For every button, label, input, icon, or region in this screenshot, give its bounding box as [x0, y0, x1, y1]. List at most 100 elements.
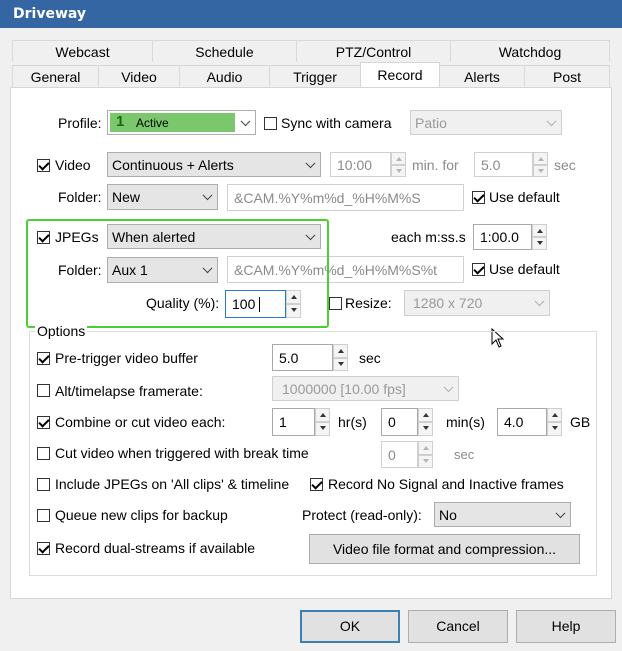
spin-down-icon[interactable] — [547, 422, 562, 436]
video-time-input[interactable]: 10:00 — [330, 152, 391, 177]
ok-button[interactable]: OK — [300, 610, 400, 643]
chevron-down-icon — [305, 157, 316, 168]
no-signal-checkbox[interactable] — [310, 478, 323, 491]
tab-label: Webcast — [55, 44, 110, 60]
spin-up-icon[interactable] — [391, 152, 406, 165]
tab-alerts[interactable]: Alerts — [439, 65, 525, 87]
protect-select[interactable]: No — [434, 502, 571, 527]
combine-mins-input[interactable]: 0 — [381, 408, 418, 436]
tab-ptz-control[interactable]: PTZ/Control — [296, 40, 451, 62]
spin-up-icon[interactable] — [533, 152, 548, 165]
jpegs-use-default-checkbox[interactable] — [472, 263, 485, 276]
profile-select[interactable]: 1 Active — [107, 110, 256, 135]
tab-watchdog[interactable]: Watchdog — [450, 40, 610, 62]
spin-down-icon[interactable] — [333, 357, 348, 371]
video-seconds-input[interactable]: 5.0 — [474, 152, 533, 177]
tab-post[interactable]: Post — [524, 65, 610, 87]
tab-webcast[interactable]: Webcast — [12, 40, 153, 62]
tab-label: Video — [121, 69, 157, 85]
combine-hours-input[interactable]: 1 — [272, 408, 315, 436]
video-sec-label: sec — [554, 157, 576, 173]
jpegs-interval-input[interactable]: 1:00.0 — [473, 224, 532, 250]
tab-label: Schedule — [195, 44, 254, 60]
combine-mins-spinner[interactable] — [418, 408, 434, 436]
queue-backup-checkbox[interactable] — [37, 509, 50, 522]
spin-down-icon[interactable] — [391, 164, 406, 177]
sync-camera-checkbox[interactable] — [264, 117, 277, 130]
video-time-value: 10:00 — [337, 156, 373, 173]
chevron-down-icon — [240, 115, 251, 126]
video-folder-select[interactable]: New — [107, 184, 218, 210]
chevron-down-icon — [546, 115, 557, 126]
chevron-down-icon — [202, 190, 213, 201]
tab-video[interactable]: Video — [98, 65, 180, 87]
tab-trigger[interactable]: Trigger — [269, 65, 361, 87]
video-time-spinner[interactable] — [391, 152, 407, 177]
jpegs-interval-spinner[interactable] — [532, 224, 548, 250]
cut-break-spinner[interactable] — [418, 441, 434, 468]
resize-select[interactable]: 1280 x 720 — [404, 290, 550, 316]
video-seconds-spinner[interactable] — [533, 152, 549, 177]
profile-value: Active — [136, 116, 169, 130]
dual-streams-label: Record dual-streams if available — [55, 540, 255, 556]
cut-break-value: 0 — [388, 446, 396, 463]
no-signal-label: Record No Signal and Inactive frames — [328, 476, 564, 492]
resize-value: 1280 x 720 — [413, 295, 483, 311]
tab-schedule[interactable]: Schedule — [152, 40, 297, 62]
pretrigger-input[interactable]: 5.0 — [272, 344, 333, 371]
spin-down-icon[interactable] — [418, 454, 433, 468]
video-folder-value: New — [112, 189, 141, 205]
alt-framerate-select[interactable]: 1000000 [10.00 fps] — [272, 376, 459, 401]
combine-gb-value: 4.0 — [504, 414, 524, 430]
spin-up-icon[interactable] — [532, 224, 547, 237]
profile-number-icon: 1 — [116, 113, 125, 130]
pretrigger-spinner[interactable] — [333, 344, 349, 371]
spin-down-icon[interactable] — [532, 237, 547, 250]
pretrigger-unit: sec — [359, 350, 381, 366]
video-use-default-checkbox[interactable] — [472, 191, 485, 204]
help-button[interactable]: Help — [516, 610, 616, 643]
protect-label: Protect (read-only): — [302, 507, 422, 523]
tab-label: PTZ/Control — [335, 44, 412, 60]
video-folder-label: Folder: — [58, 189, 102, 205]
alt-framerate-label: Alt/timelapse framerate: — [55, 383, 203, 399]
combine-gb-input[interactable]: 4.0 — [497, 408, 547, 436]
camera-profile-value: Patio — [415, 114, 447, 131]
spin-up-icon[interactable] — [315, 408, 330, 422]
window-title: Driveway — [13, 6, 87, 22]
video-mode-select[interactable]: Continuous + Alerts — [107, 152, 321, 177]
dual-streams-checkbox[interactable] — [37, 542, 50, 555]
chevron-down-icon — [443, 381, 454, 392]
include-jpegs-checkbox[interactable] — [37, 478, 50, 491]
spin-up-icon[interactable] — [547, 408, 562, 422]
spin-down-icon[interactable] — [533, 164, 548, 177]
spin-down-icon[interactable] — [418, 422, 433, 436]
video-format-button[interactable]: Video file format and compression... — [309, 534, 580, 564]
tab-label: Watchdog — [498, 44, 562, 60]
video-filename-value: &CAM.%Y%m%d_%H%M%S — [234, 189, 421, 206]
combine-gb-spinner[interactable] — [547, 408, 563, 436]
cut-break-input[interactable]: 0 — [381, 441, 418, 468]
video-filename-input[interactable]: &CAM.%Y%m%d_%H%M%S — [227, 184, 464, 211]
chevron-down-icon — [534, 296, 545, 307]
combine-label: Combine or cut video each: — [55, 414, 226, 430]
cancel-button[interactable]: Cancel — [408, 610, 508, 643]
cut-break-label: Cut video when triggered with break time — [55, 445, 309, 461]
pretrigger-label: Pre-trigger video buffer — [55, 350, 198, 366]
pretrigger-checkbox[interactable] — [37, 352, 50, 365]
spin-up-icon[interactable] — [333, 344, 348, 358]
cut-break-checkbox[interactable] — [37, 447, 50, 460]
alt-framerate-checkbox[interactable] — [37, 384, 50, 397]
resize-label: Resize: — [345, 295, 392, 311]
video-checkbox[interactable] — [37, 159, 50, 172]
tab-audio[interactable]: Audio — [179, 65, 270, 87]
resize-checkbox[interactable] — [329, 297, 342, 310]
spin-up-icon[interactable] — [418, 408, 433, 422]
spin-down-icon[interactable] — [315, 422, 330, 436]
combine-checkbox[interactable] — [37, 416, 50, 429]
camera-profile-select[interactable]: Patio — [410, 110, 562, 135]
tab-record[interactable]: Record — [360, 62, 440, 87]
tab-general[interactable]: General — [12, 65, 99, 87]
combine-hours-spinner[interactable] — [315, 408, 331, 436]
spin-up-icon[interactable] — [418, 441, 433, 455]
